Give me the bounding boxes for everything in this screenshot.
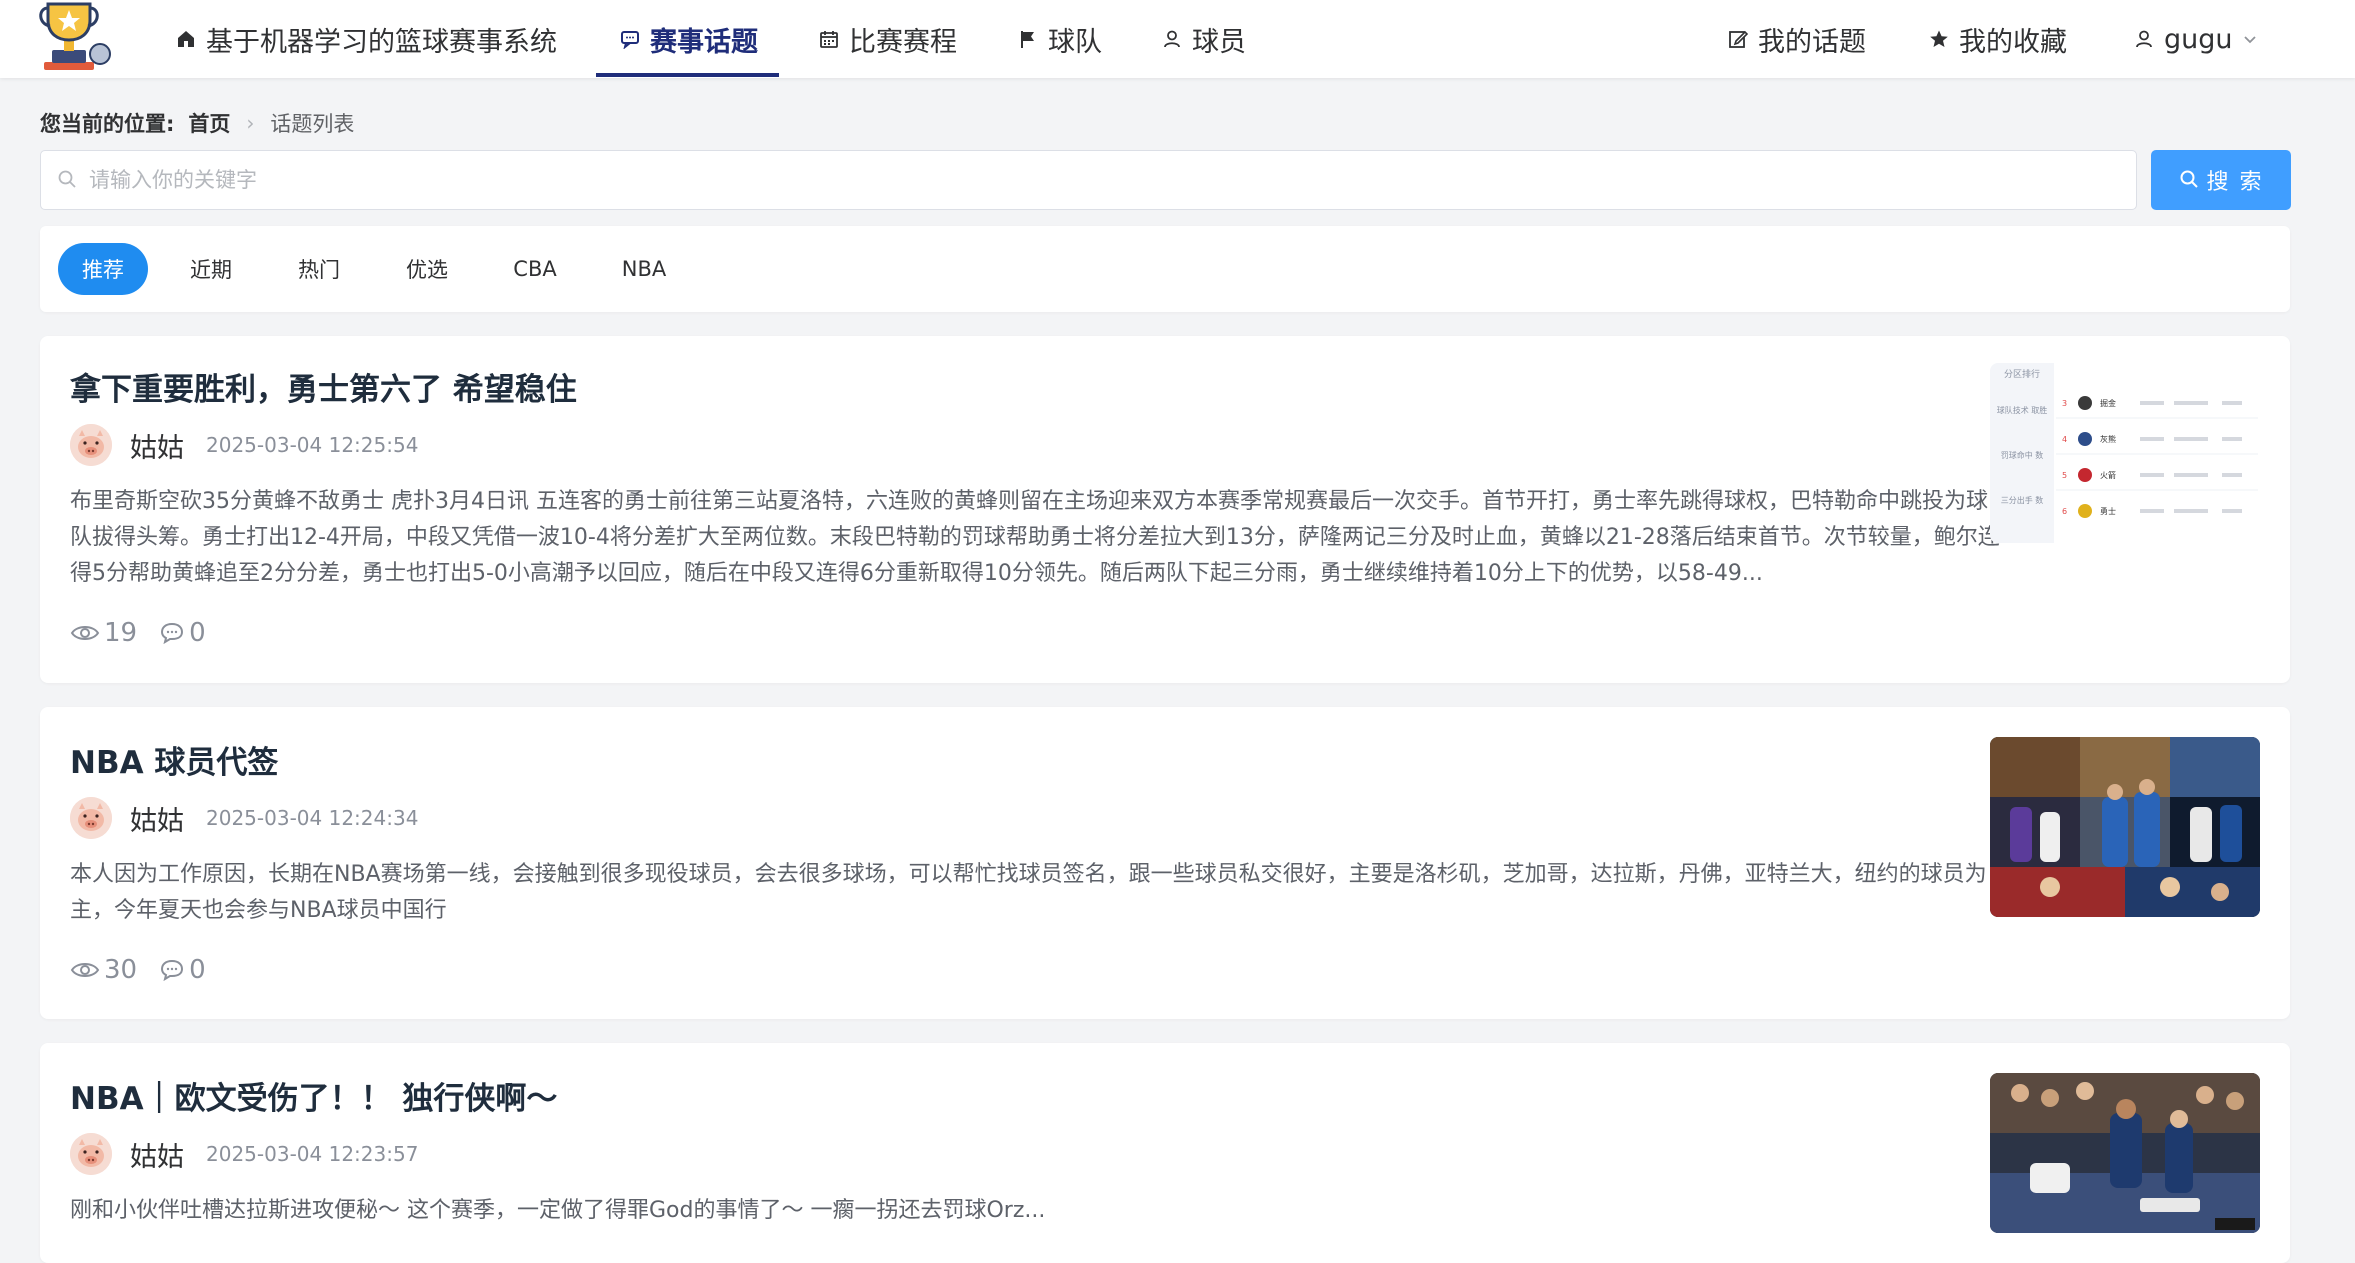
svg-text:球队技术 取胜: 球队技术 取胜 (1997, 405, 2048, 415)
post-meta: 姑姑 2025-03-04 12:23:57 (70, 1133, 418, 1175)
my-favorites-link[interactable]: 我的收藏 (1927, 0, 2067, 78)
post-author[interactable]: 姑姑 (130, 799, 184, 838)
svg-text:6: 6 (2062, 507, 2067, 516)
tab-recent[interactable]: 近期 (176, 243, 246, 295)
breadcrumb-current: 话题列表 (270, 112, 355, 136)
post-stats: 30 0 (70, 955, 228, 985)
svg-text:火箭: 火箭 (2100, 470, 2116, 480)
avatar (70, 797, 112, 839)
search-icon (57, 169, 79, 191)
star-icon (1927, 27, 1951, 51)
nav-players-label: 球员 (1192, 26, 1246, 58)
search-button-label: 搜 索 (2206, 170, 2264, 195)
post-time: 2025-03-04 12:25:54 (206, 433, 419, 457)
nav-teams[interactable]: 球队 (1016, 0, 1102, 78)
nav-home[interactable]: 基于机器学习的篮球赛事系统 (174, 0, 557, 78)
calendar-icon (817, 27, 841, 51)
nav-schedule-label: 比赛赛程 (849, 26, 957, 58)
post-excerpt: 布里奇斯空砍35分黄蜂不敌勇士 虎扑3月4日讯 五连客的勇士前往第三站夏洛特，六… (70, 489, 2000, 586)
comment-count: 0 (159, 955, 206, 985)
post-excerpt: 本人因为工作原因，长期在NBA赛场第一线，会接触到很多现役球员，会去很多球场，可… (70, 862, 1987, 923)
post-time: 2025-03-04 12:24:34 (206, 806, 419, 830)
user-icon (2132, 27, 2156, 51)
post-title[interactable]: 拿下重要胜利，勇士第六了 希望稳住 (70, 364, 577, 409)
post-card[interactable]: 拿下重要胜利，勇士第六了 希望稳住 姑姑 2025-03-04 12:25:54… (40, 336, 2290, 683)
avatar (70, 1133, 112, 1175)
svg-text:掘金: 掘金 (2100, 398, 2116, 408)
svg-text:5: 5 (2062, 471, 2067, 480)
breadcrumb-prefix: 您当前的位置: (40, 112, 175, 136)
nav-active-indicator (596, 73, 779, 77)
svg-text:三分出手 数: 三分出手 数 (2001, 495, 2044, 505)
category-tabs: 推荐 近期 热门 优选 CBA NBA (40, 226, 2290, 312)
breadcrumb-home[interactable]: 首页 (188, 108, 230, 138)
trophy-logo-icon[interactable] (38, 0, 118, 72)
post-author[interactable]: 姑姑 (130, 1135, 184, 1174)
search-icon (2179, 169, 2201, 191)
post-thumbnail[interactable] (1990, 737, 2260, 917)
svg-text:灰熊: 灰熊 (2100, 434, 2116, 444)
post-thumbnail[interactable]: 分区排行 球队技术 取胜 罚球命中 数 三分出手 数 3 掘金 4 灰熊 5 火… (1990, 363, 2260, 543)
chevron-right-icon: › (246, 111, 255, 135)
post-excerpt: 刚和小伙伴吐槽达拉斯进攻便秘～ 这个赛季，一定做了得罪God的事情了～ 一瘸一拐… (70, 1198, 1046, 1223)
nav-topics[interactable]: 赛事话题 (618, 0, 758, 78)
nav-teams-label: 球队 (1048, 26, 1102, 58)
view-count-value: 19 (104, 618, 138, 648)
post-title[interactable]: NBA 球员代签 (70, 737, 278, 782)
svg-text:分区排行: 分区排行 (2004, 368, 2040, 380)
view-count: 19 (70, 618, 137, 648)
svg-text:3: 3 (2062, 399, 2067, 408)
view-count-value: 30 (104, 955, 138, 985)
search-input[interactable] (89, 168, 2089, 192)
user-icon (1160, 27, 1184, 51)
my-favorites-label: 我的收藏 (1959, 26, 2067, 58)
tab-recommended[interactable]: 推荐 (58, 243, 148, 295)
eye-icon (70, 626, 100, 640)
post-time: 2025-03-04 12:23:57 (206, 1142, 419, 1166)
view-count: 30 (70, 955, 137, 985)
post-stats: 19 0 (70, 618, 228, 648)
svg-text:罚球命中 数: 罚球命中 数 (2001, 450, 2044, 460)
comment-count: 0 (159, 618, 206, 648)
post-meta: 姑姑 2025-03-04 12:25:54 (70, 424, 418, 466)
nav-players[interactable]: 球员 (1160, 0, 1246, 78)
tab-nba[interactable]: NBA (608, 243, 680, 295)
nav-schedule[interactable]: 比赛赛程 (817, 0, 957, 78)
post-thumbnail[interactable] (1990, 1073, 2260, 1233)
search-button[interactable]: 搜 索 (2151, 150, 2291, 210)
top-header: 基于机器学习的篮球赛事系统 赛事话题 比赛赛程 球队 球员 我的话题 我的收藏 … (0, 0, 2355, 78)
tab-cba[interactable]: CBA (500, 243, 570, 295)
tab-featured[interactable]: 优选 (392, 243, 462, 295)
svg-text:勇士: 勇士 (2100, 506, 2116, 516)
chat-icon (618, 27, 642, 51)
post-meta: 姑姑 2025-03-04 12:24:34 (70, 797, 418, 839)
post-card[interactable]: NBA｜欧文受伤了！！ 独行侠啊～ 姑姑 2025-03-04 12:23:57… (40, 1043, 2290, 1263)
my-topics-label: 我的话题 (1758, 26, 1866, 58)
flag-icon (1016, 27, 1040, 51)
post-card[interactable]: NBA 球员代签 姑姑 2025-03-04 12:24:34 本人因为工作原因… (40, 707, 2290, 1019)
avatar (70, 424, 112, 466)
search-field[interactable] (40, 150, 2137, 210)
eye-icon (70, 963, 100, 977)
edit-icon (1726, 27, 1750, 51)
nav-home-label: 基于机器学习的篮球赛事系统 (206, 26, 557, 58)
tab-hot[interactable]: 热门 (284, 243, 354, 295)
post-author[interactable]: 姑姑 (130, 426, 184, 465)
comment-icon (161, 959, 184, 982)
home-icon (174, 27, 198, 51)
comment-icon (161, 622, 184, 645)
comment-count-value: 0 (189, 618, 206, 648)
my-topics-link[interactable]: 我的话题 (1726, 0, 1866, 78)
comment-count-value: 0 (189, 955, 206, 985)
svg-text:4: 4 (2062, 435, 2067, 444)
post-title[interactable]: NBA｜欧文受伤了！！ 独行侠啊～ (70, 1073, 557, 1118)
username: gugu (2164, 23, 2233, 55)
chevron-down-icon (2243, 32, 2257, 46)
breadcrumb: 您当前的位置: 首页 › 话题列表 (40, 108, 354, 138)
user-menu[interactable]: gugu (2132, 0, 2257, 78)
nav-topics-label: 赛事话题 (650, 26, 758, 58)
